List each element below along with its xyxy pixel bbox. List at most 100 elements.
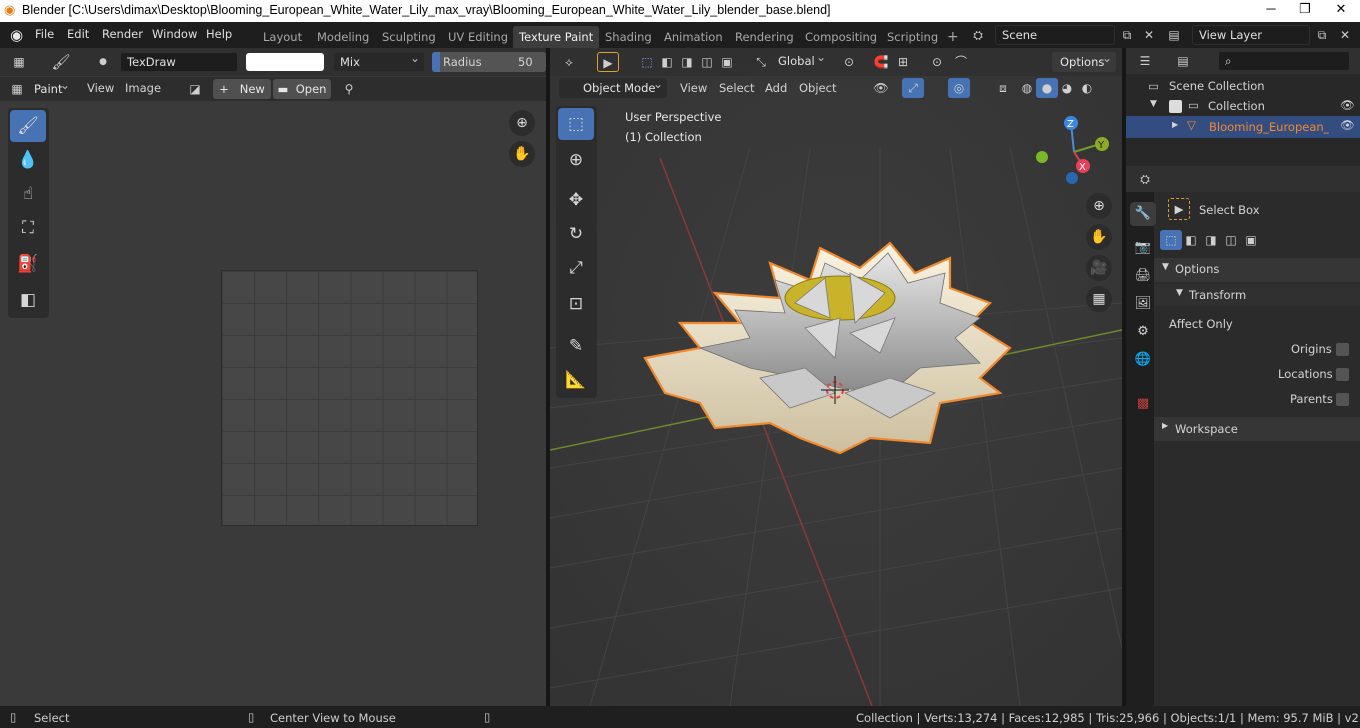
scale-tool-icon[interactable]: ⤢ [558, 252, 594, 284]
orientation-icon[interactable]: ⤡ [750, 52, 772, 72]
viewport-menu-object[interactable]: Object [799, 81, 836, 95]
scene-selector-icon[interactable]: ⛭ [967, 25, 989, 45]
cursor-tool-icon[interactable]: ⊕ [558, 144, 594, 176]
minimize-button[interactable]: ─ [1254, 0, 1288, 20]
select-mode-intersect-icon[interactable]: ▣ [716, 52, 738, 72]
mode-subtract-icon[interactable]: ◨ [1200, 230, 1222, 250]
select-mode-subtract-icon[interactable]: ◨ [676, 52, 698, 72]
rendered-shading-icon[interactable]: ◐ [1076, 78, 1098, 98]
expand-arrow-icon[interactable]: ▶ [1172, 120, 1178, 129]
pivot-point-icon[interactable]: ⊙ [838, 52, 860, 72]
menu-file[interactable]: File [35, 27, 54, 41]
expand-arrow-icon[interactable]: ▼ [1150, 99, 1157, 109]
image-browse-icon[interactable]: ◪ [184, 79, 206, 99]
tab-animation[interactable]: Animation [658, 26, 729, 48]
viewport-menu-add[interactable]: Add [765, 81, 787, 95]
brush-name-field[interactable]: TexDraw [120, 52, 238, 72]
viewport-options-button[interactable]: Options [1052, 48, 1116, 72]
menu-edit[interactable]: Edit [67, 27, 89, 41]
radius-slider[interactable]: Radius 50 px [432, 52, 546, 72]
mode-set-icon[interactable]: ⬚ [1160, 230, 1182, 250]
editor-type-icon[interactable]: ▦ [8, 52, 30, 72]
image-canvas[interactable] [221, 270, 478, 526]
close-button[interactable]: ✕ [1324, 0, 1358, 20]
select-mode-invert-icon[interactable]: ◫ [696, 52, 718, 72]
rotate-tool-icon[interactable]: ↻ [558, 218, 594, 250]
menu-render[interactable]: Render [102, 27, 143, 41]
mode-extend-icon[interactable]: ◧ [1180, 230, 1202, 250]
tab-layout[interactable]: Layout [257, 26, 308, 48]
tree-object[interactable]: ▶ ▽ Blooming_European_Whi 👁 [1126, 116, 1360, 138]
material-shading-icon[interactable]: ◕ [1056, 78, 1078, 98]
render-tab-icon[interactable]: 📷 [1130, 236, 1156, 260]
mask-tool-icon[interactable]: ◧ [10, 284, 46, 316]
mode-difference-icon[interactable]: ◫ [1220, 230, 1242, 250]
tool-tab-icon[interactable]: 🔧 [1130, 202, 1156, 226]
xray-icon[interactable]: ⧈ [992, 78, 1014, 98]
parents-checkbox[interactable] [1336, 393, 1349, 406]
solid-shading-icon[interactable]: ● [1036, 78, 1058, 98]
menu-window[interactable]: Window [152, 27, 197, 41]
tree-collection[interactable]: ▼ ▭ Collection 👁 [1126, 96, 1360, 118]
menu-image[interactable]: Image [125, 81, 161, 95]
overlay-toggle-icon[interactable]: ◎ [948, 78, 970, 98]
tab-rendering[interactable]: Rendering [729, 26, 800, 48]
blender-menu-icon[interactable]: ◉ [10, 26, 23, 44]
tab-shading[interactable]: Shading [599, 26, 658, 48]
snap-icon[interactable]: 🧲 [870, 52, 892, 72]
tab-texture-paint[interactable]: Texture Paint [513, 26, 600, 48]
transform-subsection[interactable]: ▼ Transform [1154, 284, 1360, 306]
delete-view-layer-icon[interactable]: ✕ [1334, 25, 1356, 45]
options-section[interactable]: ▼ Options [1154, 258, 1360, 282]
brush-color-swatch[interactable] [246, 53, 324, 71]
display-mode-icon[interactable]: ▤ [1172, 51, 1194, 71]
texture-tab-icon[interactable]: ▩ [1130, 392, 1156, 416]
brush-browse-icon[interactable]: ● [92, 52, 114, 72]
new-view-layer-icon[interactable]: ⧉ [1311, 25, 1333, 45]
object-mode-select[interactable]: Object Mode [559, 74, 667, 98]
tab-sculpting[interactable]: Sculpting [376, 26, 442, 48]
select-box-tool-icon[interactable]: ⬚ [558, 108, 594, 140]
paint-mode-select[interactable]: Paint [28, 75, 74, 99]
gizmo-toggle-icon[interactable]: ⤢ [902, 78, 924, 98]
output-tab-icon[interactable]: 🖨 [1130, 264, 1156, 288]
transform-orientation-select[interactable]: Global [772, 52, 830, 72]
locations-checkbox[interactable] [1336, 368, 1349, 381]
scene-tab-icon[interactable]: ⚙ [1130, 320, 1156, 344]
select-tool-icon[interactable]: ▶ [597, 52, 619, 72]
mode-intersect-icon[interactable]: ▣ [1240, 230, 1262, 250]
ortho-toggle-icon[interactable]: ▦ [1086, 286, 1112, 312]
open-image-button[interactable]: ▬ Open [273, 79, 331, 99]
proportional-edit-icon[interactable]: ⊙ [926, 52, 948, 72]
collection-checkbox[interactable] [1169, 100, 1182, 113]
fill-tool-icon[interactable]: ⛽ [10, 248, 46, 280]
transform-tool-icon[interactable]: ⊡ [558, 288, 594, 320]
smear-tool-icon[interactable]: ☝ [10, 178, 46, 210]
workspace-section[interactable]: ▶ Workspace [1154, 417, 1360, 441]
brush-icon[interactable]: 🖌 [50, 52, 72, 72]
properties-editor-icon[interactable]: ⛭ [1134, 169, 1156, 189]
viewport-menu-view[interactable]: View [680, 81, 707, 95]
tab-modeling[interactable]: Modeling [311, 26, 375, 48]
measure-tool-icon[interactable]: 📐 [558, 364, 594, 396]
soften-tool-icon[interactable]: 💧 [10, 144, 46, 176]
eye-icon[interactable]: 👁 [1340, 118, 1355, 132]
zoom-icon[interactable]: ⊕ [509, 110, 535, 136]
pan-hand-icon[interactable]: ✋ [509, 141, 535, 167]
camera-view-icon[interactable]: 🎥 [1086, 255, 1112, 281]
annotate-tool-icon[interactable]: ✎ [558, 330, 594, 362]
outliner-editor-icon[interactable]: ☰ [1134, 51, 1156, 71]
pin-icon[interactable]: ⚲ [338, 79, 360, 99]
viewport-editor-type-icon[interactable]: ⟡ [558, 52, 580, 72]
select-mode-new-icon[interactable]: ⬚ [636, 52, 658, 72]
clone-tool-icon[interactable]: ⛶ [10, 212, 46, 244]
view-layer-tab-icon[interactable]: 🖼 [1130, 292, 1156, 316]
menu-view[interactable]: View [87, 81, 114, 95]
add-workspace-button[interactable]: + [941, 26, 965, 48]
viewport-pan-icon[interactable]: ✋ [1086, 224, 1112, 250]
wireframe-shading-icon[interactable]: ◍ [1016, 78, 1038, 98]
viewport-menu-select[interactable]: Select [719, 81, 754, 95]
view-layer-field[interactable]: View Layer [1192, 25, 1310, 45]
outliner-search-input[interactable]: ⌕ [1218, 51, 1350, 71]
tab-compositing[interactable]: Compositing [799, 26, 883, 48]
